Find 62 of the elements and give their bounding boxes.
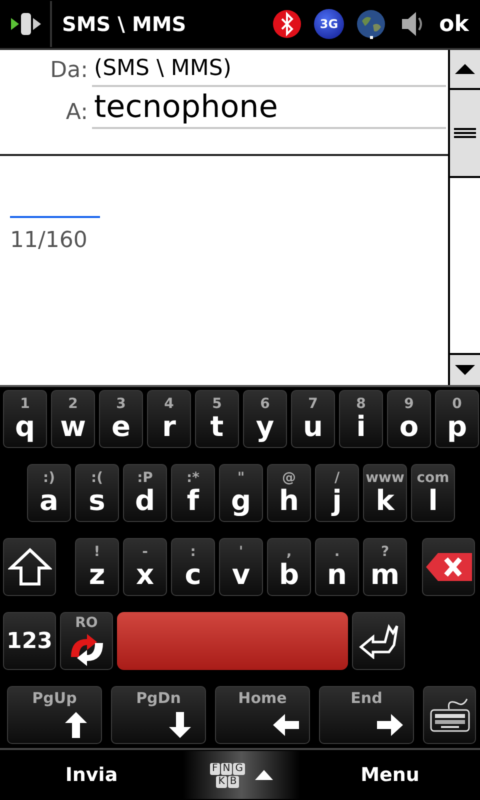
letter-key[interactable]: : c (171, 538, 215, 596)
arrow-icon (273, 712, 299, 738)
input-method-switcher[interactable]: F N G K B (183, 751, 300, 799)
letter-key[interactable]: com l (411, 464, 455, 522)
navigation-key[interactable]: Home (215, 686, 310, 744)
letter-key[interactable]: ! z (75, 538, 119, 596)
letter-key[interactable]: www k (363, 464, 407, 522)
letter-key[interactable]: :* f (171, 464, 215, 522)
window-title: SMS \ MMS (62, 12, 188, 36)
letter-key[interactable]: 0 p (435, 390, 479, 448)
globe-icon (356, 9, 386, 39)
letter-key[interactable]: 8 i (339, 390, 383, 448)
backspace-key[interactable] (422, 538, 475, 596)
ok-button[interactable]: ok (428, 4, 480, 44)
keyboard-icon (428, 697, 470, 733)
network-indicator: 3G (314, 9, 344, 39)
enter-key[interactable] (352, 612, 405, 670)
letter-key[interactable]: ? m (363, 538, 407, 596)
letter-key[interactable]: 7 u (291, 390, 335, 448)
letter-key[interactable]: :) a (27, 464, 71, 522)
numbers-key[interactable]: 123 (3, 612, 56, 670)
letter-key[interactable]: ' v (219, 538, 263, 596)
language-key[interactable]: RO (60, 612, 113, 670)
sender-field[interactable]: (SMS \ MMS) (92, 54, 446, 87)
letter-key[interactable]: @ h (267, 464, 311, 522)
letter-key[interactable]: :P d (123, 464, 167, 522)
field-label: A: (64, 100, 89, 127)
right-softkey[interactable]: Menu (300, 752, 480, 798)
letter-key[interactable]: 1 q (3, 390, 47, 448)
letter-key[interactable]: , b (267, 538, 311, 596)
letter-key[interactable]: :( s (75, 464, 119, 522)
navigation-key[interactable]: PgDn (111, 686, 206, 744)
scroll-thumb[interactable] (450, 90, 480, 178)
down-arrow-icon (455, 365, 475, 375)
letter-key[interactable]: " g (219, 464, 263, 522)
letter-key[interactable]: 5 t (195, 390, 239, 448)
up-caret-icon (255, 770, 273, 780)
letter-key[interactable]: 6 y (243, 390, 287, 448)
scroll-down-button[interactable] (450, 353, 480, 385)
shift-key[interactable] (3, 538, 56, 596)
left-softkey[interactable]: Invia (0, 752, 183, 798)
enter-arrow-icon (358, 623, 398, 659)
letter-key[interactable]: 9 o (387, 390, 431, 448)
navigation-key[interactable]: PgUp (7, 686, 102, 744)
bluetooth-icon (272, 9, 302, 39)
letter-key[interactable]: . n (315, 538, 359, 596)
letter-key[interactable]: 3 e (99, 390, 143, 448)
arrow-icon (377, 712, 403, 738)
scroll-up-button[interactable] (450, 50, 480, 90)
keyboard-toggle-key[interactable] (423, 686, 476, 744)
letter-key[interactable]: 2 w (51, 390, 95, 448)
navigation-key[interactable]: End (319, 686, 414, 744)
letter-key[interactable]: / j (315, 464, 359, 522)
grip-icon (454, 128, 476, 138)
up-arrow-icon (455, 64, 475, 74)
letter-key[interactable]: 4 r (147, 390, 191, 448)
recipient-field[interactable]: tecnophone (92, 87, 446, 129)
shift-arrow-icon (8, 548, 52, 586)
field-label: Da: (49, 58, 89, 85)
delete-icon (426, 553, 472, 581)
letter-key[interactable]: - x (123, 538, 167, 596)
character-counter: 11/160 (10, 228, 88, 253)
